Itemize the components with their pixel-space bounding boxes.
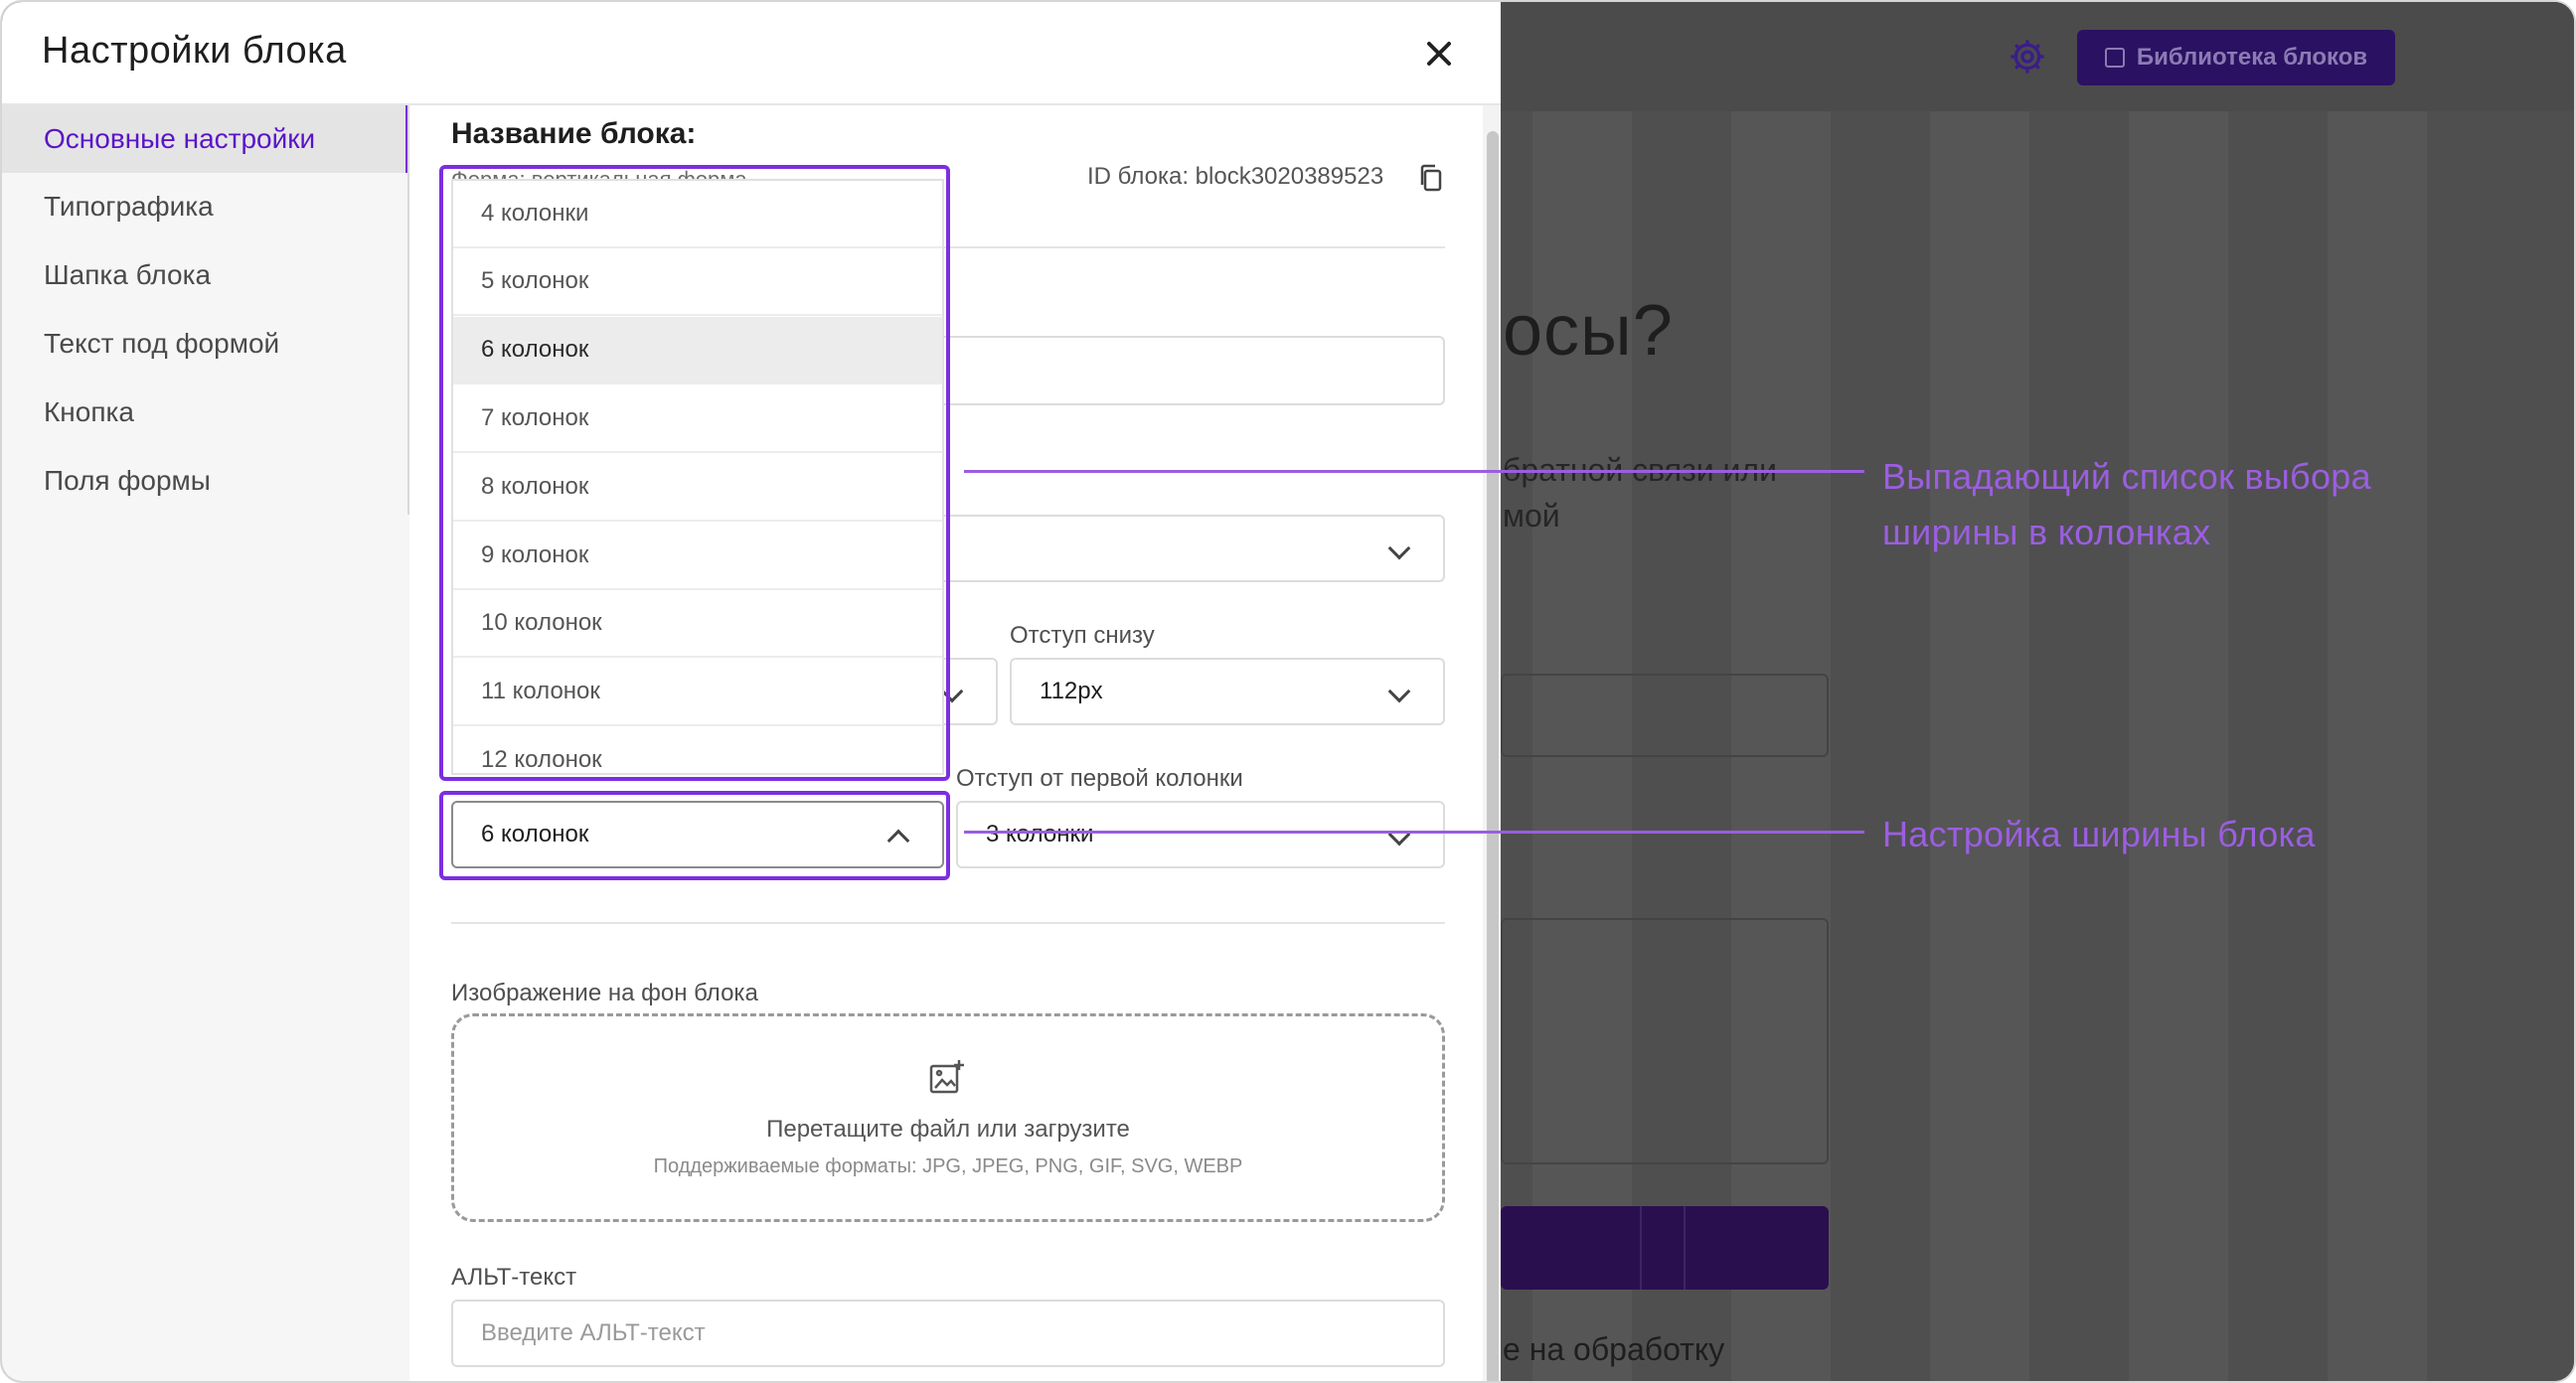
background-form-input: [1501, 674, 1829, 757]
sidebar-item-block-header[interactable]: Шапка блока: [2, 241, 409, 309]
app-frame: Библиотека блоков осы? братной связи или…: [0, 0, 2576, 1383]
sidebar-divider: [407, 105, 409, 515]
image-add-icon: [927, 1058, 967, 1098]
settings-sidebar: Основные настройки Типографика Шапка бло…: [2, 105, 409, 1381]
callout-line-dropdown: [964, 470, 1864, 473]
block-library-button[interactable]: Библиотека блоков: [2077, 30, 2395, 85]
background-stripe: [2129, 111, 2228, 1381]
close-icon[interactable]: [1417, 32, 1461, 76]
background-divider: [1684, 1206, 1686, 1290]
callout-dropdown-line: ширины в колонках: [1882, 512, 2211, 552]
padding-bottom-label: Отступ снизу: [1010, 622, 1155, 649]
chevron-down-icon: [1387, 680, 1411, 703]
sidebar-item-label: Поля формы: [44, 465, 211, 496]
image-upload-dropzone[interactable]: Перетащите файл или загрузите Поддержива…: [451, 1013, 1445, 1222]
sidebar-item-label: Типографика: [44, 191, 214, 222]
upload-formats: Поддерживаемые форматы: JPG, JPEG, PNG, …: [653, 1155, 1243, 1177]
sidebar-item-typography[interactable]: Типографика: [2, 173, 409, 240]
background-consent-text: е на обработку: [1503, 1331, 1725, 1367]
section-title: Название блока:: [451, 117, 697, 150]
background-stripe: [1930, 111, 2029, 1381]
gear-icon[interactable]: [2008, 37, 2047, 77]
chevron-down-icon: [1387, 537, 1411, 560]
sidebar-item-text-under-form[interactable]: Текст под формой: [2, 310, 409, 378]
sidebar-item-label: Текст под формой: [44, 328, 280, 359]
background-heading: осы?: [1503, 291, 1674, 371]
first-column-offset-label: Отступ от первой колонки: [956, 765, 1243, 792]
divider: [451, 922, 1445, 924]
callout-width: Настройка ширины блока: [1882, 814, 2316, 854]
library-icon: [2104, 48, 2125, 68]
background-divider: [1640, 1206, 1642, 1290]
first-column-offset-select[interactable]: 3 колонки: [956, 801, 1445, 868]
callout-line-width: [964, 831, 1864, 834]
modal-header: Настройки блока: [2, 2, 1501, 105]
first-column-offset-value: 3 колонки: [986, 821, 1094, 847]
copy-icon[interactable]: [1417, 163, 1445, 193]
alt-text-input[interactable]: Введите АЛЬТ-текст: [451, 1300, 1445, 1367]
background-form-textarea: [1501, 918, 1829, 1164]
callout-dropdown-line: Выпадающий список выбора: [1882, 456, 2371, 497]
alt-text-label: АЛЬТ-текст: [451, 1264, 577, 1291]
chevron-down-icon: [1387, 823, 1411, 846]
alt-text-placeholder: Введите АЛЬТ-текст: [481, 1319, 706, 1346]
background-stripe: [2328, 111, 2427, 1381]
sidebar-item-label: Шапка блока: [44, 259, 212, 290]
sidebar-item-form-fields[interactable]: Поля формы: [2, 447, 409, 515]
sidebar-item-main-settings[interactable]: Основные настройки: [2, 105, 409, 173]
modal-title: Настройки блока: [42, 30, 347, 72]
dropdown-highlight: [439, 165, 950, 781]
callout-dropdown: Выпадающий список выбора ширины в колонк…: [1882, 449, 2371, 560]
block-library-label: Библиотека блоков: [2136, 44, 2368, 71]
sidebar-item-button[interactable]: Кнопка: [2, 379, 409, 446]
background-description: братной связи или мой: [1503, 447, 1777, 538]
padding-bottom-value: 112px: [1040, 678, 1103, 704]
block-id: ID блока: block3020389523: [1087, 163, 1384, 190]
background-description-line: мой: [1503, 498, 1560, 534]
padding-bottom-select[interactable]: 112px: [1010, 658, 1445, 725]
upload-instruction: Перетащите файл или загрузите: [766, 1116, 1130, 1143]
background-submit-button: [1501, 1206, 1829, 1290]
width-select-highlight: [439, 791, 950, 880]
sidebar-item-label: Кнопка: [44, 396, 134, 427]
sidebar-item-label: Основные настройки: [44, 123, 316, 154]
bg-image-label: Изображение на фон блока: [451, 980, 758, 1006]
scrollbar-thumb[interactable]: [1487, 131, 1499, 1381]
